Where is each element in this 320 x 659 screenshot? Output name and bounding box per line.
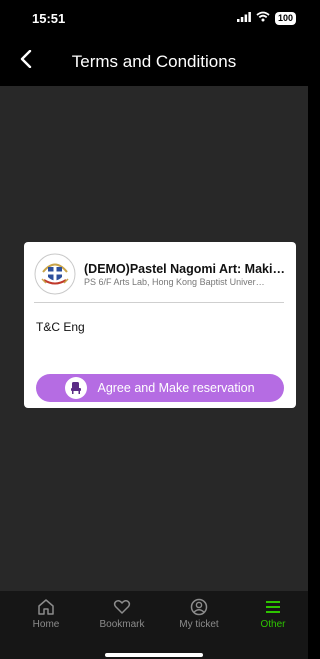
tab-bookmark[interactable]: Bookmark	[87, 598, 157, 632]
tab-my-ticket[interactable]: My ticket	[164, 598, 234, 632]
menu-icon	[264, 598, 282, 616]
nav-bar: Terms and Conditions	[0, 36, 308, 86]
event-header: (DEMO)Pastel Nagomi Art: Makin… PS 6/F A…	[34, 250, 286, 298]
home-icon	[37, 598, 55, 616]
tab-bar: Home Bookmark My ticket Other	[0, 591, 308, 659]
status-time: 15:51	[32, 11, 66, 26]
agree-button-label: Agree and Make reservation	[97, 381, 255, 395]
page-title: Terms and Conditions	[71, 52, 237, 71]
battery-indicator: 100	[274, 11, 296, 25]
tab-home-label: Home	[32, 619, 60, 630]
status-bar: 15:51 100	[0, 0, 308, 36]
terms-card: (DEMO)Pastel Nagomi Art: Makin… PS 6/F A…	[24, 242, 296, 408]
home-indicator	[105, 653, 203, 657]
status-icons: 100	[236, 9, 296, 27]
tab-other[interactable]: Other	[238, 598, 308, 632]
agree-reserve-button[interactable]: Agree and Make reservation	[36, 374, 284, 402]
tab-other-label: Other	[260, 619, 286, 630]
university-crest-logo	[34, 253, 76, 295]
tab-my-ticket-label: My ticket	[179, 619, 219, 630]
tab-bookmark-label: Bookmark	[99, 619, 145, 630]
event-title: (DEMO)Pastel Nagomi Art: Makin…	[84, 261, 286, 276]
event-venue: PS 6/F Arts Lab, Hong Kong Baptist Unive…	[84, 276, 265, 287]
event-text: (DEMO)Pastel Nagomi Art: Makin… PS 6/F A…	[84, 262, 286, 287]
wifi-icon	[256, 9, 270, 27]
divider	[34, 302, 284, 303]
user-icon	[190, 598, 208, 616]
tab-home[interactable]: Home	[11, 598, 81, 632]
heart-icon	[113, 598, 131, 616]
seat-icon	[65, 377, 88, 399]
signal-icon	[236, 9, 251, 27]
content-area: (DEMO)Pastel Nagomi Art: Makin… PS 6/F A…	[0, 86, 308, 591]
terms-text: T&C Eng	[36, 320, 85, 334]
